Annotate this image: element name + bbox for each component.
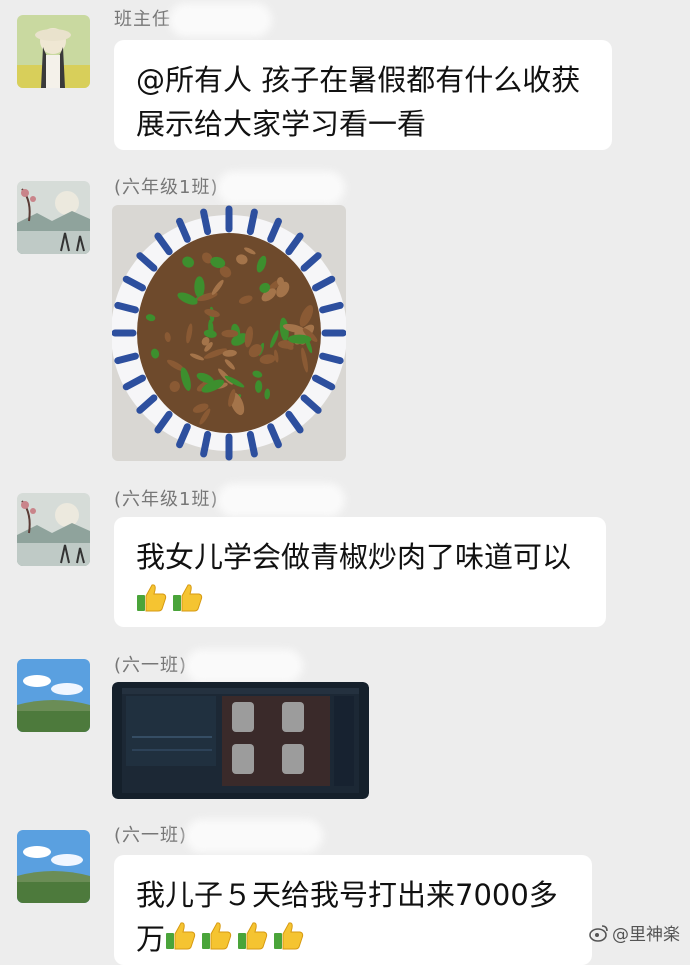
message-bubble[interactable]: 我女儿学会做青椒炒肉了味道可以 (114, 517, 606, 627)
sender-name: (六年级1班) (114, 173, 341, 201)
message-text-line: @所有人 孩子在暑假都有什么收获 (136, 63, 581, 97)
message-bubble[interactable]: @所有人 孩子在暑假都有什么收获 展示给大家学习看一看 (114, 40, 612, 150)
message-text-line: 我儿子５天给我号打出来7000多 (136, 878, 558, 912)
avatar-parent-grade6[interactable] (17, 493, 90, 566)
thumbs-up-emoji-icon (237, 919, 269, 963)
avatar-parent-class61[interactable] (17, 659, 90, 732)
thumbs-up-emoji-icon (165, 919, 197, 963)
message-text-line: 我女儿学会做青椒炒肉了味道可以 (136, 540, 572, 574)
dish-photo[interactable] (112, 205, 346, 461)
avatar-parent-grade6[interactable] (17, 181, 90, 254)
watermark-text: @里神楽 (612, 925, 680, 945)
weibo-logo-icon (589, 924, 608, 942)
message-text-line: 展示给大家学习看一看 (136, 107, 427, 141)
thumbs-up-emoji-icon (172, 581, 204, 625)
sender-name: (六一班) (114, 821, 320, 849)
sender-name: (六一班) (114, 651, 300, 679)
message-text-line-with-thumbs: 万 (136, 917, 570, 963)
avatar-parent-class61[interactable] (17, 830, 90, 903)
thumbs-row (136, 579, 584, 625)
message-bubble[interactable]: 我儿子５天给我号打出来7000多 万 (114, 855, 592, 965)
game-screenshot[interactable] (112, 682, 369, 799)
sender-name: (六年级1班) (114, 485, 341, 513)
thumbs-up-emoji-icon (201, 919, 233, 963)
thumbs-up-emoji-icon (273, 919, 305, 963)
sender-name: 班主任 (114, 5, 268, 33)
weibo-watermark: @里神楽 (589, 920, 680, 945)
thumbs-up-emoji-icon (136, 581, 168, 625)
avatar-teacher[interactable] (17, 15, 90, 88)
